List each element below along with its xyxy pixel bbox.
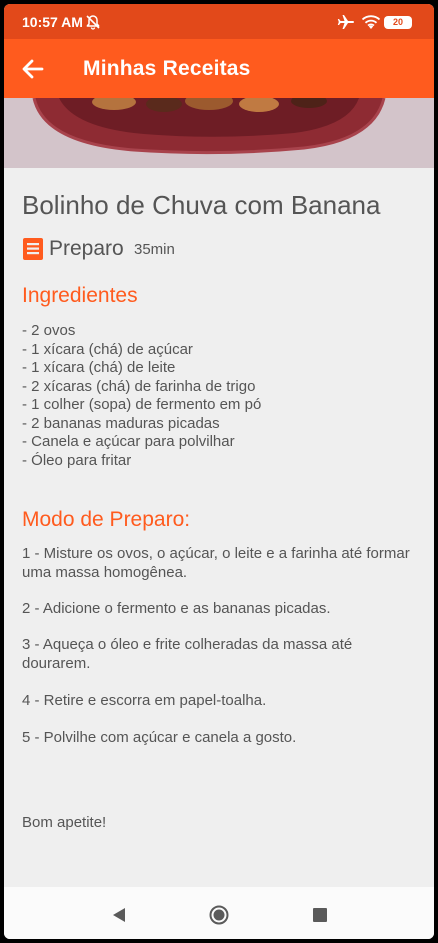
method-step: 1 - Misture os ovos, o açúcar, o leite e… bbox=[22, 545, 410, 581]
ingredient-item: - Canela e açúcar para polvilhar bbox=[22, 433, 235, 450]
system-nav-bar bbox=[4, 887, 434, 939]
recipe-photo bbox=[4, 98, 434, 168]
ingredient-item: - 2 xícaras (chá) de farinha de trigo bbox=[22, 377, 256, 395]
status-time: 10:57 AM bbox=[22, 14, 83, 30]
method-step: 4 - Retire e escorra em papel-toalha. bbox=[22, 692, 267, 709]
ingredient-item: - 1 colher (sopa) de fermento em pó bbox=[22, 396, 262, 413]
recipe-photo-drawing bbox=[4, 98, 434, 168]
battery-icon: 20 bbox=[384, 16, 412, 29]
ingredients-list: - 2 ovos - 1 xícara (chá) de açúcar - 1 … bbox=[22, 322, 261, 470]
method-step: 5 - Polvilhe com açúcar e canela a gosto… bbox=[22, 729, 297, 746]
recipe-title: Bolinho de Chuva com Banana bbox=[22, 190, 381, 220]
ingredient-item: - 1 xícara (chá) de leite bbox=[22, 359, 176, 376]
document-icon bbox=[23, 238, 43, 260]
wifi-icon bbox=[361, 15, 381, 29]
ingredient-item: - Óleo para fritar bbox=[22, 451, 132, 469]
nav-home-icon[interactable] bbox=[209, 905, 229, 925]
ingredient-item: - 1 xícara (chá) de açúcar bbox=[22, 340, 193, 358]
app-title: Minhas Receitas bbox=[83, 57, 251, 80]
arrow-left-icon[interactable] bbox=[20, 56, 46, 82]
closing-text: Bom apetite! bbox=[22, 814, 107, 831]
method-heading: Modo de Preparo: bbox=[22, 508, 191, 531]
airplane-icon bbox=[337, 15, 354, 29]
status-bar: 10:57 AM 20 bbox=[4, 4, 434, 39]
ingredient-item: - 2 ovos bbox=[22, 322, 76, 339]
phone-screen: 10:57 AM 20 Minhas Receitas Bolinho de C… bbox=[4, 4, 434, 939]
bell-off-icon bbox=[86, 15, 100, 30]
ingredient-item: - 2 bananas maduras picadas bbox=[22, 414, 220, 432]
app-bar: Minhas Receitas bbox=[4, 39, 434, 98]
prep-label: Preparo bbox=[49, 237, 124, 260]
method-step: 2 - Adicione o fermento e as bananas pic… bbox=[22, 600, 331, 617]
ingredients-heading: Ingredientes bbox=[22, 284, 138, 307]
nav-recents-icon[interactable] bbox=[313, 908, 327, 922]
nav-back-icon[interactable] bbox=[112, 907, 126, 923]
prep-time: 35min bbox=[134, 241, 175, 258]
method-step: 3 - Aqueça o óleo e frite colheradas da … bbox=[22, 636, 353, 672]
